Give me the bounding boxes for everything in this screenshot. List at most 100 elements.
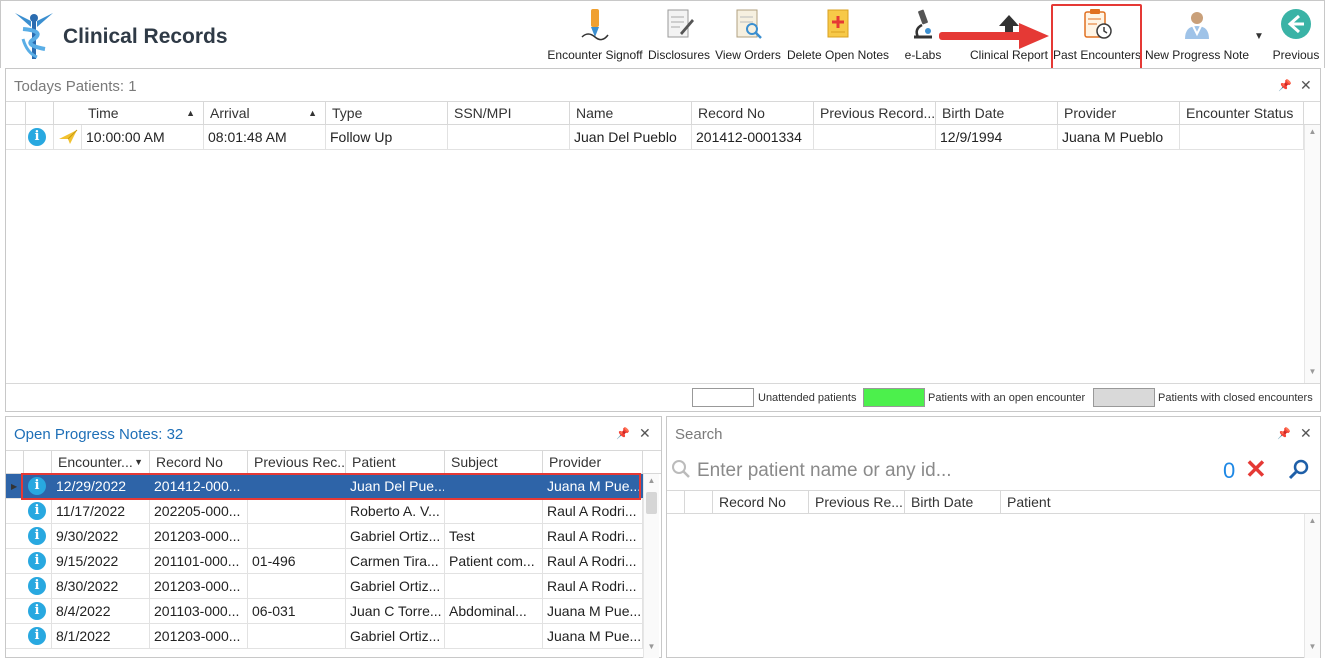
paper-plane-icon xyxy=(59,129,78,144)
cell-patient: Gabriel Ortiz... xyxy=(346,524,445,548)
legend-unattended-text: Unattended patients xyxy=(758,392,857,404)
search-input[interactable] xyxy=(697,459,1167,483)
past-encounters-highlight xyxy=(1051,4,1142,70)
search-scrollbar[interactable]: ▲ ▼ xyxy=(1304,514,1320,658)
cell-previous-record xyxy=(248,624,346,648)
cell-type: Follow Up xyxy=(326,125,448,149)
caduceus-logo-icon xyxy=(15,13,53,59)
cell-patient: Gabriel Ortiz... xyxy=(346,574,445,598)
row-pointer-icon: ▶ xyxy=(11,482,18,491)
col-type[interactable]: Type xyxy=(326,102,448,125)
info-icon[interactable]: i xyxy=(28,502,46,520)
scroll-thumb[interactable] xyxy=(646,492,657,514)
info-icon[interactable]: i xyxy=(28,527,46,545)
pin-icon[interactable]: 📌 xyxy=(1277,427,1291,440)
scroll-down-icon[interactable]: ▼ xyxy=(1305,367,1320,381)
previous-button[interactable]: Previous xyxy=(1269,7,1323,65)
scroll-up-icon[interactable]: ▲ xyxy=(644,476,659,490)
col-provider[interactable]: Provider xyxy=(543,451,643,474)
encounter-signoff-button[interactable]: Encounter Signoff xyxy=(546,7,644,65)
col-birth-date[interactable]: Birth Date xyxy=(905,491,1001,514)
col-previous-record[interactable]: Previous Rec... xyxy=(248,451,346,474)
scroll-down-icon[interactable]: ▼ xyxy=(1305,642,1320,656)
col-provider[interactable]: Provider xyxy=(1058,102,1180,125)
cell-record-no: 202205-000... xyxy=(150,499,248,523)
disclosures-button[interactable]: Disclosures xyxy=(647,7,711,65)
info-icon[interactable]: i xyxy=(28,128,46,146)
todays-patients-scrollbar[interactable]: ▲ ▼ xyxy=(1304,125,1320,383)
pin-icon[interactable]: 📌 xyxy=(1278,79,1292,92)
open-notes-scrollbar[interactable]: ▲ ▼ xyxy=(643,474,659,658)
col-time[interactable]: Time ▲ xyxy=(82,102,204,125)
todays-patients-title-text: Todays Patients: xyxy=(14,78,125,95)
view-orders-label: View Orders xyxy=(715,48,781,62)
col-encounter[interactable]: Encounter... ▼ xyxy=(52,451,150,474)
col-subject[interactable]: Subject xyxy=(445,451,543,474)
cell-provider: Juana M Pue... xyxy=(543,599,643,623)
scroll-up-icon[interactable]: ▲ xyxy=(1305,127,1320,141)
col-patient[interactable]: Patient xyxy=(1001,491,1305,514)
table-row[interactable]: i 10:00:00 AM 08:01:48 AM Follow Up Juan… xyxy=(6,125,1304,150)
cell-patient: Carmen Tira... xyxy=(346,549,445,573)
microscope-icon xyxy=(914,9,932,39)
table-row[interactable]: i 9/30/2022 201203-000... Gabriel Ortiz... T… xyxy=(6,524,643,549)
search-result-count: 0 xyxy=(1223,458,1236,483)
col-birth-date[interactable]: Birth Date xyxy=(936,102,1058,125)
cell-encounter-date: 8/1/2022 xyxy=(52,624,150,648)
scroll-up-icon[interactable]: ▲ xyxy=(1305,516,1320,530)
close-icon[interactable]: ✕ xyxy=(1300,425,1312,442)
col-indicator xyxy=(6,451,24,474)
search-panel: Search 📌 ✕ 0 ✕ Record No Previous Re... … xyxy=(666,416,1321,658)
legend-closed-swatch xyxy=(1093,388,1155,407)
open-notes-grid-header: Encounter... ▼ Record No Previous Rec... … xyxy=(6,450,661,474)
col-previous-record[interactable]: Previous Re... xyxy=(809,491,905,514)
info-cell: i xyxy=(24,524,52,548)
encounter-signoff-label: Encounter Signoff xyxy=(547,48,643,62)
table-row[interactable]: i 11/17/2022 202205-000... Roberto A. V... R… xyxy=(6,499,643,524)
cell-birth-date: 12/9/1994 xyxy=(936,125,1058,149)
table-row[interactable]: i 9/15/2022 201101-000... 01-496 Carmen Tira… xyxy=(6,549,643,574)
info-icon[interactable]: i xyxy=(28,627,46,645)
scroll-down-icon[interactable]: ▼ xyxy=(644,642,659,656)
info-icon[interactable]: i xyxy=(28,552,46,570)
close-icon[interactable]: ✕ xyxy=(1300,77,1312,94)
delete-open-notes-button[interactable]: Delete Open Notes xyxy=(785,7,891,65)
cell-provider: Raul A Rodri... xyxy=(543,549,643,573)
legend-open-text: Patients with an open encounter xyxy=(928,392,1086,404)
new-progress-note-dropdown-icon[interactable]: ▼ xyxy=(1254,31,1264,42)
legend-open-swatch xyxy=(863,388,925,407)
search-title: Search xyxy=(675,426,723,443)
col-icon xyxy=(26,102,54,125)
col-ssn[interactable]: SSN/MPI xyxy=(448,102,570,125)
col-icon xyxy=(685,491,713,514)
col-record-no[interactable]: Record No xyxy=(150,451,248,474)
clinical-report-label: Clinical Report xyxy=(969,48,1049,62)
col-encounter-status[interactable]: Encounter Status xyxy=(1180,102,1304,125)
col-previous-record[interactable]: Previous Record... xyxy=(814,102,936,125)
col-arrival[interactable]: Arrival ▲ xyxy=(204,102,326,125)
info-icon[interactable]: i xyxy=(28,602,46,620)
col-patient[interactable]: Patient xyxy=(346,451,445,474)
col-record-no[interactable]: Record No xyxy=(713,491,809,514)
col-name[interactable]: Name xyxy=(570,102,692,125)
table-row[interactable]: i 8/30/2022 201203-000... Gabriel Ortiz... R… xyxy=(6,574,643,599)
info-icon[interactable]: i xyxy=(28,577,46,595)
col-encounter-label: Encounter... xyxy=(58,454,133,470)
pen-signoff-icon xyxy=(581,9,609,41)
col-record-no[interactable]: Record No xyxy=(692,102,814,125)
cell-provider: Juana M Pue... xyxy=(543,624,643,648)
cell-record-no: 201203-000... xyxy=(150,624,248,648)
col-time-label: Time xyxy=(88,105,119,121)
close-icon[interactable]: ✕ xyxy=(639,425,651,442)
table-row[interactable]: i 8/4/2022 201103-000... 06-031 Juan C Torre… xyxy=(6,599,643,624)
table-row[interactable]: i 8/1/2022 201203-000... Gabriel Ortiz... Ju… xyxy=(6,624,643,649)
search-go-icon[interactable] xyxy=(1287,457,1311,481)
cell-previous-record: 06-031 xyxy=(248,599,346,623)
clear-search-icon[interactable]: ✕ xyxy=(1245,454,1267,485)
cell-encounter-date: 9/15/2022 xyxy=(52,549,150,573)
pin-icon[interactable]: 📌 xyxy=(616,427,630,440)
sort-asc-icon: ▲ xyxy=(186,108,195,118)
cell-provider: Juana M Pueblo xyxy=(1058,125,1180,149)
new-progress-note-button[interactable]: New Progress Note xyxy=(1144,7,1250,65)
view-orders-button[interactable]: View Orders xyxy=(714,7,782,65)
